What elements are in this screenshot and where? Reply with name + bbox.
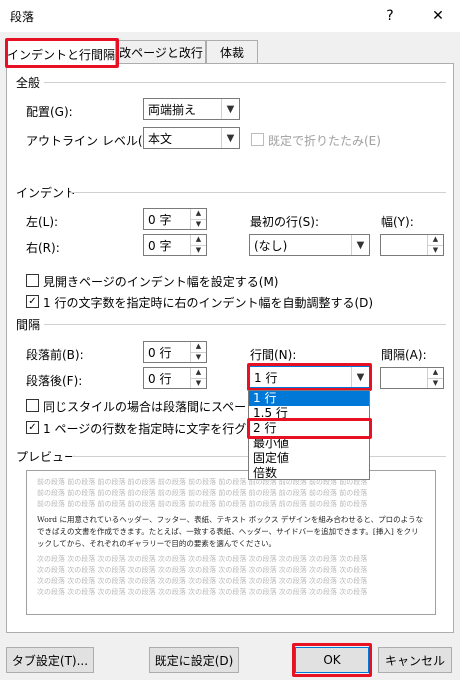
general-heading: 全般 [16, 76, 41, 90]
first-line-select[interactable]: (なし) ▼ [249, 234, 370, 256]
chevron-down-icon: ▼ [221, 99, 239, 119]
dont-add-space-checkbox[interactable] [26, 399, 39, 412]
spin-down-icon[interactable]: ▼ [191, 351, 206, 363]
dropdown-option[interactable]: 1 行 [249, 391, 369, 406]
spacing-at-label: 間隔(A): [381, 348, 427, 362]
indent-divider [70, 192, 446, 193]
spin-down-icon[interactable]: ▼ [191, 244, 206, 256]
dropdown-option[interactable]: 固定値 [249, 451, 369, 466]
indent-heading: インデント [16, 186, 77, 200]
first-line-label: 最初の行(S): [250, 215, 320, 229]
spacing-at-spinner[interactable]: ▲ ▼ [380, 367, 444, 389]
spin-down-icon[interactable]: ▼ [191, 377, 206, 389]
preview-prev-line: 前の段落 前の段落 前の段落 前の段落 前の段落 前の段落 前の段落 前の段落 … [37, 500, 368, 508]
line-spacing-highlight [247, 363, 372, 391]
spin-down-icon[interactable]: ▼ [191, 218, 206, 230]
close-button[interactable]: ✕ [418, 0, 458, 32]
snap-to-grid-label: 1 ページの行数を指定時に文字を行グリッド [43, 422, 247, 436]
alignment-value: 両端揃え [148, 102, 197, 117]
preview-next-line: 次の段落 次の段落 次の段落 次の段落 次の段落 次の段落 次の段落 次の段落 … [37, 577, 368, 585]
space-after-label: 段落後(F): [26, 374, 83, 388]
space-before-label: 段落前(B): [26, 348, 84, 362]
indent-right-label: 右(R): [26, 241, 60, 255]
preview-heading: プレビュー [16, 450, 77, 464]
window-title: 段落 [10, 10, 35, 24]
indent-right-value: 0 字 [148, 238, 172, 253]
spacing-divider [44, 324, 446, 325]
spin-up-icon[interactable]: ▲ [428, 235, 443, 245]
preview-next-line: 次の段落 次の段落 次の段落 次の段落 次の段落 次の段落 次の段落 次の段落 … [37, 555, 368, 563]
outline-level-select[interactable]: 本文 ▼ [143, 127, 240, 149]
spin-up-icon[interactable]: ▲ [191, 342, 206, 352]
help-button[interactable]: ? [370, 0, 410, 32]
preview-prev-line: 前の段落 前の段落 前の段落 前の段落 前の段落 前の段落 前の段落 前の段落 … [37, 489, 368, 497]
spin-down-icon[interactable]: ▼ [428, 244, 443, 256]
general-divider [44, 82, 446, 83]
preview-body: Word に用意されているヘッダー、フッター、表紙、テキスト ボックス デザイン… [37, 515, 424, 548]
tab-line-page-breaks[interactable]: 改ページと改行 [116, 40, 206, 64]
outline-level-value: 本文 [148, 131, 173, 146]
tab-asian-typography[interactable]: 体裁 [206, 40, 258, 64]
space-before-spinner[interactable]: 0 行 ▲ ▼ [143, 341, 207, 363]
indent-left-spinner[interactable]: 0 字 ▲ ▼ [143, 208, 207, 230]
mirror-indent-checkbox[interactable] [26, 274, 39, 287]
indent-left-value: 0 字 [148, 212, 172, 227]
collapsed-label: 既定で折りたたみ(E) [268, 134, 381, 148]
spin-up-icon[interactable]: ▲ [428, 368, 443, 378]
dont-add-space-label: 同じスタイルの場合は段落間にスペースを追加 [43, 400, 247, 414]
preview-next-line: 次の段落 次の段落 次の段落 次の段落 次の段落 次の段落 次の段落 次の段落 … [37, 588, 368, 596]
indent-right-spinner[interactable]: 0 字 ▲ ▼ [143, 234, 207, 256]
set-default-button[interactable]: 既定に設定(D) [149, 647, 239, 673]
preview-box: 前の段落 前の段落 前の段落 前の段落 前の段落 前の段落 前の段落 前の段落 … [26, 470, 436, 615]
space-after-value: 0 行 [148, 371, 172, 386]
space-before-value: 0 行 [148, 345, 172, 360]
preview-next-line: 次の段落 次の段落 次の段落 次の段落 次の段落 次の段落 次の段落 次の段落 … [37, 566, 368, 574]
indent-left-label: 左(L): [26, 215, 59, 229]
indent-width-spinner[interactable]: ▲ ▼ [380, 234, 444, 256]
spin-down-icon[interactable]: ▼ [428, 377, 443, 389]
collapsed-checkbox[interactable] [251, 133, 264, 146]
spin-up-icon[interactable]: ▲ [191, 209, 206, 219]
indent-width-label: 幅(Y): [381, 215, 414, 229]
line-spacing-label: 行間(N): [250, 348, 297, 362]
option-highlight [247, 418, 372, 439]
mirror-indent-label: 見開きページのインデント幅を設定する(M) [43, 275, 279, 289]
first-line-value: (なし) [254, 238, 288, 253]
spin-up-icon[interactable]: ▲ [191, 368, 206, 378]
space-after-spinner[interactable]: 0 行 ▲ ▼ [143, 367, 207, 389]
tab-asian-typography-label: 体裁 [219, 46, 244, 60]
auto-adjust-label: 1 行の文字数を指定時に右のインデント幅を自動調整する(D) [43, 296, 374, 310]
tab-highlight [5, 38, 119, 68]
alignment-select[interactable]: 両端揃え ▼ [143, 98, 240, 120]
outline-level-label: アウトライン レベル(O): [26, 134, 161, 148]
snap-to-grid-checkbox[interactable]: ✓ [26, 421, 39, 434]
tab-line-page-breaks-label: 改ページと改行 [119, 46, 203, 60]
spacing-heading: 間隔 [16, 318, 41, 332]
dropdown-option[interactable]: 倍数 [249, 466, 369, 481]
chevron-down-icon: ▼ [351, 235, 369, 255]
spin-up-icon[interactable]: ▲ [191, 235, 206, 245]
tabs-button[interactable]: タブ設定(T)... [6, 647, 94, 673]
auto-adjust-checkbox[interactable]: ✓ [26, 295, 39, 308]
chevron-down-icon: ▼ [221, 128, 239, 148]
alignment-label: 配置(G): [26, 105, 73, 119]
ok-highlight [292, 643, 372, 677]
cancel-button[interactable]: キャンセル [378, 647, 452, 673]
